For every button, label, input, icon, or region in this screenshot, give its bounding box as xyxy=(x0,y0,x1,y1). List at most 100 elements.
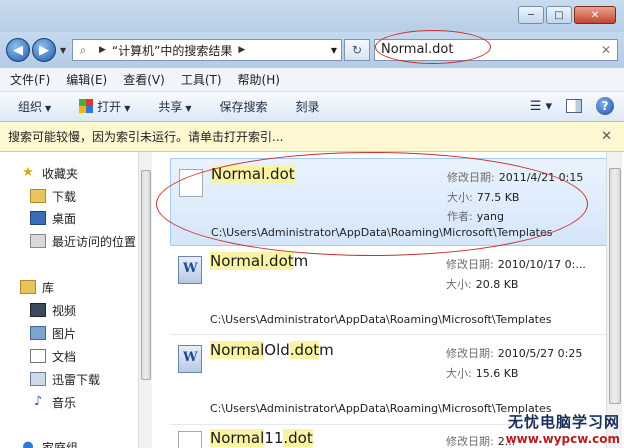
word-template-icon xyxy=(178,345,202,373)
address-row: ◀ ▶ ▼ ⌕ ▶ “计算机”中的搜索结果 ▶ ▼ ↻ Normal.dot ✕ xyxy=(0,30,624,68)
maximize-button[interactable]: □ xyxy=(546,6,572,24)
command-bar: 组织 ▼ 打开 ▼ 共享 ▼ 保存搜索 刻录 ☰ ▾ ? xyxy=(0,92,624,122)
menu-view[interactable]: 查看(V) xyxy=(123,71,165,88)
nav-desktop[interactable]: 桌面 xyxy=(30,207,76,229)
save-search-button[interactable]: 保存搜索 xyxy=(220,98,268,115)
result-date: 修改日期: 2010/5/27 0:25 xyxy=(446,347,583,360)
document-icon xyxy=(30,349,46,363)
index-info-bar[interactable]: 搜索可能较慢，因为索引未运行。请单击打开索引... ✕ xyxy=(0,122,624,152)
nav-documents[interactable]: 文档 xyxy=(30,345,76,367)
burn-button[interactable]: 刻录 xyxy=(296,98,320,115)
search-query: Normal.dot xyxy=(381,42,454,57)
nav-homegroup[interactable]: ● 家庭组 xyxy=(20,436,78,448)
result-date: 修改日期: 2011/4/21 0:15 xyxy=(447,171,584,184)
star-icon: ★ xyxy=(22,165,34,180)
nav-music[interactable]: ♪ 音乐 xyxy=(30,391,76,413)
result-path: C:\Users\Administrator\AppData\Roaming\M… xyxy=(211,226,553,239)
close-button[interactable]: ✕ xyxy=(574,6,616,24)
minimize-button[interactable]: ─ xyxy=(518,6,544,24)
nav-documents-label: 文档 xyxy=(52,349,77,364)
nav-music-label: 音乐 xyxy=(52,395,77,410)
nav-pictures-label: 图片 xyxy=(52,326,77,341)
nav-pictures[interactable]: 图片 xyxy=(30,322,76,344)
nav-videos[interactable]: 视频 xyxy=(30,299,76,321)
refresh-button[interactable]: ↻ xyxy=(344,39,370,61)
office-app-icon xyxy=(79,99,94,113)
result-filename: NormalOld.dotm xyxy=(210,341,334,359)
nav-desktop-label: 桌面 xyxy=(52,211,77,226)
chevron-down-icon: ▼ xyxy=(185,104,192,113)
nav-favorites[interactable]: ★ 收藏夹 xyxy=(20,162,78,184)
nav-thunder-label: 迅雷下载 xyxy=(52,372,101,387)
menu-bar: 文件(F) 编辑(E) 查看(V) 工具(T) 帮助(H) xyxy=(0,68,624,92)
chevron-down-icon: ▼ xyxy=(45,104,52,113)
homegroup-icon: ● xyxy=(22,439,34,448)
back-button[interactable]: ◀ xyxy=(6,38,30,62)
blank-document-icon xyxy=(179,169,203,197)
result-size: 大小: 20.8 KB xyxy=(446,278,519,291)
result-filename: Normal.dot xyxy=(211,165,295,183)
view-options-icon[interactable]: ☰ ▾ xyxy=(530,99,552,114)
nav-libraries[interactable]: 库 xyxy=(20,276,54,298)
result-path: C:\Users\Administrator\AppData\Roaming\M… xyxy=(210,402,552,415)
results-scrollbar[interactable] xyxy=(606,152,622,448)
forward-button[interactable]: ▶ xyxy=(32,38,56,62)
menu-file[interactable]: 文件(F) xyxy=(10,71,50,88)
nav-recent[interactable]: 最近访问的位置 xyxy=(30,230,136,252)
address-dropdown-icon[interactable]: ▼ xyxy=(331,46,337,55)
nav-recent-label: 最近访问的位置 xyxy=(52,234,137,249)
desktop-icon xyxy=(30,211,46,225)
result-size: 大小: 15.6 KB xyxy=(446,367,519,380)
result-item[interactable]: Normal.dotm 修改日期:2010/10/17 0:... 大小:20.… xyxy=(170,246,608,334)
video-icon xyxy=(30,303,46,317)
open-label: 打开 xyxy=(97,100,122,114)
menu-edit[interactable]: 编辑(E) xyxy=(66,71,107,88)
breadcrumb-search-results[interactable]: “计算机”中的搜索结果 xyxy=(112,42,232,59)
organize-button[interactable]: 组织 ▼ xyxy=(18,98,51,115)
search-folder-icon: ⌕ xyxy=(79,42,87,57)
nav-scrollbar[interactable] xyxy=(138,152,152,448)
library-icon xyxy=(20,280,36,294)
close-infobar-icon[interactable]: ✕ xyxy=(601,122,612,152)
clear-search-icon[interactable]: ✕ xyxy=(601,40,611,60)
refresh-icon: ↻ xyxy=(351,43,363,57)
search-input[interactable]: Normal.dot ✕ xyxy=(374,39,618,61)
nav-scrollbar-thumb[interactable] xyxy=(141,170,151,380)
blank-document-icon xyxy=(178,431,202,448)
breadcrumb-separator-icon[interactable]: ▶ xyxy=(99,45,106,55)
address-bar[interactable]: ⌕ ▶ “计算机”中的搜索结果 ▶ ▼ xyxy=(72,39,342,61)
breadcrumb-separator-icon[interactable]: ▶ xyxy=(238,45,245,55)
result-size: 大小: 77.5 KB xyxy=(447,191,520,204)
info-bar-text: 搜索可能较慢，因为索引未运行。请单击打开索引... xyxy=(8,130,284,144)
picture-icon xyxy=(30,326,46,340)
nav-downloads-label: 下载 xyxy=(52,189,77,204)
open-button[interactable]: 打开 ▼ xyxy=(79,98,130,115)
result-author: 作者: yang xyxy=(447,210,504,223)
nav-downloads[interactable]: 下载 xyxy=(30,185,76,207)
recent-places-icon xyxy=(30,234,46,248)
result-date: 修改日期: 2010/10/17 0:... xyxy=(446,258,586,271)
word-template-icon xyxy=(178,256,202,284)
nav-thunder-downloads[interactable]: 迅雷下载 xyxy=(30,368,100,390)
share-button[interactable]: 共享 ▼ xyxy=(158,98,191,115)
help-icon[interactable]: ? xyxy=(596,97,614,115)
results-scrollbar-thumb[interactable] xyxy=(609,168,621,404)
arrow-right-icon: ▶ xyxy=(39,42,49,58)
watermark-title: 无忧电脑学习网 xyxy=(507,413,620,431)
downloads-folder-icon xyxy=(30,189,46,203)
preview-pane-icon[interactable] xyxy=(566,99,582,113)
chevron-down-icon: ▼ xyxy=(124,104,131,113)
search-results-pane: Normal.dot 修改日期: 2011/4/21 0:15 大小: 77.5 K… xyxy=(152,152,624,448)
thunder-folder-icon xyxy=(30,372,46,386)
result-item[interactable]: Normal.dot 修改日期: 2011/4/21 0:15 大小: 77.5 K… xyxy=(170,158,608,246)
nav-favorites-label: 收藏夹 xyxy=(42,166,79,181)
nav-libraries-label: 库 xyxy=(42,280,55,295)
arrow-left-icon: ◀ xyxy=(13,42,23,58)
nav-homegroup-label: 家庭组 xyxy=(42,440,79,448)
result-item[interactable]: NormalOld.dotm 修改日期:2010/5/27 0:25 大小:15… xyxy=(170,334,608,422)
history-dropdown-icon[interactable]: ▼ xyxy=(60,46,66,55)
watermark-url: www.wypcw.com xyxy=(505,432,620,446)
menu-tools[interactable]: 工具(T) xyxy=(181,71,222,88)
result-filename: Normal11.dot xyxy=(210,429,313,447)
menu-help[interactable]: 帮助(H) xyxy=(238,71,280,88)
